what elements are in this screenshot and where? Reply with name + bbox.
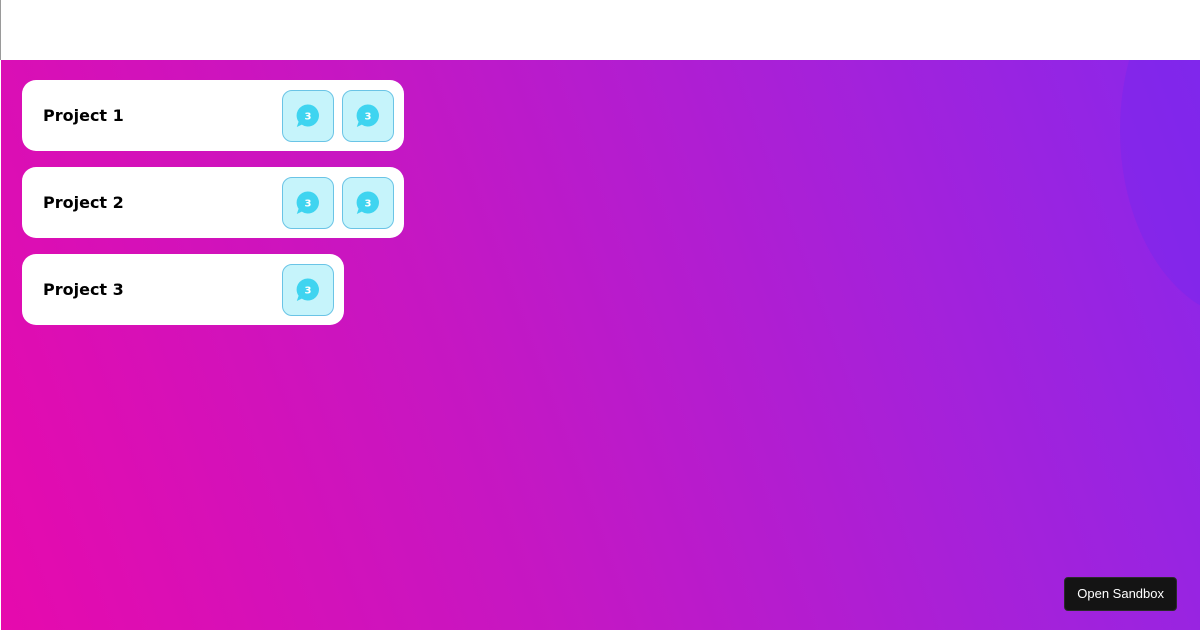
notification-count: 3	[365, 198, 372, 209]
project-list: Project 1 3 3 Project 2 3 3 Project 3 3	[22, 80, 404, 341]
chat-bubble-icon: 3	[356, 190, 379, 214]
project-card[interactable]: Project 1 3 3	[22, 80, 404, 151]
notification-count: 3	[305, 111, 312, 122]
project-card[interactable]: Project 2 3 3	[22, 167, 404, 238]
preview-canvas: Project 1 3 3 Project 2 3 3 Project 3 3 …	[1, 60, 1200, 630]
notification-badge[interactable]: 3	[282, 263, 334, 316]
chat-bubble-icon: 3	[296, 277, 319, 301]
notification-count: 3	[305, 285, 312, 296]
chat-bubble-icon: 3	[296, 103, 319, 127]
project-title: Project 3	[43, 280, 124, 299]
notification-badges: 3 3	[282, 176, 394, 229]
project-title: Project 2	[43, 193, 124, 212]
notification-badge[interactable]: 3	[282, 89, 334, 142]
project-card[interactable]: Project 3 3	[22, 254, 344, 325]
notification-badge[interactable]: 3	[342, 176, 394, 229]
chat-bubble-icon: 3	[296, 190, 319, 214]
top-bar	[0, 0, 1200, 60]
notification-badges: 3	[282, 263, 334, 316]
notification-badges: 3 3	[282, 89, 394, 142]
chat-bubble-icon: 3	[356, 103, 379, 127]
project-title: Project 1	[43, 106, 124, 125]
notification-badge[interactable]: 3	[342, 89, 394, 142]
notification-badge[interactable]: 3	[282, 176, 334, 229]
notification-count: 3	[305, 198, 312, 209]
notification-count: 3	[365, 111, 372, 122]
open-sandbox-button[interactable]: Open Sandbox	[1064, 577, 1177, 611]
